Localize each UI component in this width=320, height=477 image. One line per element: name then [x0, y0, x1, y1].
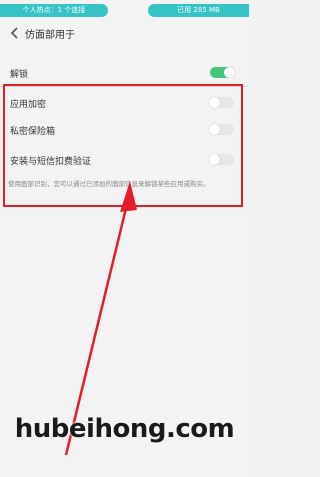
status-bar: 个人热点：1 个连接 已用 285 MB — [0, 4, 249, 18]
toggle-knob — [224, 67, 235, 78]
back-arrow-icon[interactable] — [9, 25, 21, 41]
data-usage-pill[interactable]: 已用 285 MB — [148, 4, 249, 17]
highlight-box — [3, 84, 243, 207]
unlock-label: 解锁 — [10, 70, 29, 80]
page-title: 仿面部用于 — [25, 30, 75, 41]
unlock-toggle[interactable] — [210, 67, 235, 78]
header: 仿面部用于 — [0, 22, 249, 46]
screen: 个人热点：1 个连接 已用 285 MB 仿面部用于 解锁 应用加密 私密保险箱… — [0, 0, 249, 477]
watermark: hubeihong.com — [14, 414, 235, 444]
settings-row-unlock[interactable]: 解锁 — [0, 63, 249, 85]
hotspot-status-pill[interactable]: 个人热点：1 个连接 — [0, 4, 108, 17]
